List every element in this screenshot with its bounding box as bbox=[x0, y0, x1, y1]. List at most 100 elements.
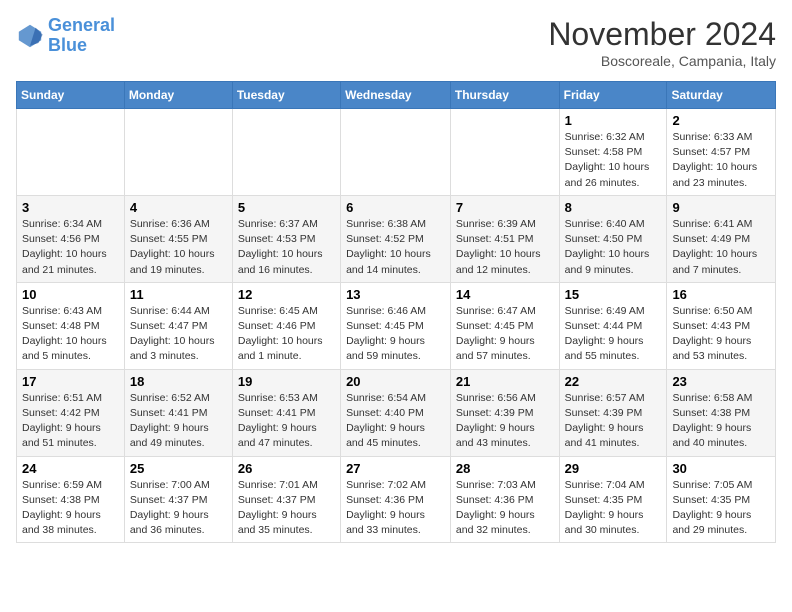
day-info: Sunrise: 6:32 AM Sunset: 4:58 PM Dayligh… bbox=[565, 130, 662, 191]
day-info: Sunrise: 6:44 AM Sunset: 4:47 PM Dayligh… bbox=[130, 304, 227, 365]
calendar-cell: 9Sunrise: 6:41 AM Sunset: 4:49 PM Daylig… bbox=[667, 195, 776, 282]
calendar-cell bbox=[232, 109, 340, 196]
day-info: Sunrise: 6:36 AM Sunset: 4:55 PM Dayligh… bbox=[130, 217, 227, 278]
header-thursday: Thursday bbox=[450, 82, 559, 109]
calendar-week-row: 17 Sunrise: 6:51 AM Sunset: 4:42 PM Dayli… bbox=[17, 369, 776, 456]
calendar-cell: 20Sunrise: 6:54 AM Sunset: 4:40 PM Dayli… bbox=[341, 369, 451, 456]
calendar-cell: 27 Sunrise: 7:02 AM Sunset: 4:36 PM Dayli… bbox=[341, 456, 451, 543]
month-title: November 2024 bbox=[548, 16, 776, 53]
day-number: 3 bbox=[22, 200, 119, 215]
day-number: 30 bbox=[672, 461, 770, 476]
day-info: Sunrise: 6:46 AM Sunset: 4:45 PM Dayligh… bbox=[346, 304, 445, 365]
day-info: Sunrise: 7:01 AM Sunset: 4:37 PM Dayligh… bbox=[238, 478, 335, 539]
day-number: 5 bbox=[238, 200, 335, 215]
calendar-cell: 26 Sunrise: 7:01 AM Sunset: 4:37 PM Dayli… bbox=[232, 456, 340, 543]
day-info: Sunrise: 7:02 AM Sunset: 4:36 PM Dayligh… bbox=[346, 478, 445, 539]
day-info: Sunrise: 7:00 AM Sunset: 4:37 PM Dayligh… bbox=[130, 478, 227, 539]
day-number: 16 bbox=[672, 287, 770, 302]
calendar-cell: 23 Sunrise: 6:58 AM Sunset: 4:38 PM Dayli… bbox=[667, 369, 776, 456]
calendar-cell: 11 Sunrise: 6:44 AM Sunset: 4:47 PM Dayli… bbox=[124, 282, 232, 369]
logo: General Blue bbox=[16, 16, 115, 56]
calendar-cell: 22 Sunrise: 6:57 AM Sunset: 4:39 PM Dayli… bbox=[559, 369, 667, 456]
day-info: Sunrise: 6:34 AM Sunset: 4:56 PM Dayligh… bbox=[22, 217, 119, 278]
day-number: 11 bbox=[130, 287, 227, 302]
calendar-cell: 14 Sunrise: 6:47 AM Sunset: 4:45 PM Dayli… bbox=[450, 282, 559, 369]
calendar-cell: 7 Sunrise: 6:39 AM Sunset: 4:51 PM Daylig… bbox=[450, 195, 559, 282]
calendar-cell: 29 Sunrise: 7:04 AM Sunset: 4:35 PM Dayli… bbox=[559, 456, 667, 543]
header-wednesday: Wednesday bbox=[341, 82, 451, 109]
day-number: 9 bbox=[672, 200, 770, 215]
day-number: 6 bbox=[346, 200, 445, 215]
day-info: Sunrise: 7:05 AM Sunset: 4:35 PM Dayligh… bbox=[672, 478, 770, 539]
calendar-cell bbox=[341, 109, 451, 196]
day-info: Sunrise: 6:38 AM Sunset: 4:52 PM Dayligh… bbox=[346, 217, 445, 278]
calendar-table: SundayMondayTuesdayWednesdayThursdayFrid… bbox=[16, 81, 776, 543]
day-info: Sunrise: 6:45 AM Sunset: 4:46 PM Dayligh… bbox=[238, 304, 335, 365]
page-header: General Blue November 2024 Boscoreale, C… bbox=[16, 16, 776, 69]
logo-icon bbox=[16, 22, 44, 50]
day-info: Sunrise: 6:57 AM Sunset: 4:39 PM Dayligh… bbox=[565, 391, 662, 452]
day-number: 19 bbox=[238, 374, 335, 389]
day-number: 7 bbox=[456, 200, 554, 215]
calendar-cell bbox=[124, 109, 232, 196]
calendar-cell: 30 Sunrise: 7:05 AM Sunset: 4:35 PM Dayli… bbox=[667, 456, 776, 543]
day-info: Sunrise: 6:37 AM Sunset: 4:53 PM Dayligh… bbox=[238, 217, 335, 278]
day-info: Sunrise: 7:04 AM Sunset: 4:35 PM Dayligh… bbox=[565, 478, 662, 539]
calendar-week-row: 24Sunrise: 6:59 AM Sunset: 4:38 PM Dayli… bbox=[17, 456, 776, 543]
calendar-cell: 13Sunrise: 6:46 AM Sunset: 4:45 PM Dayli… bbox=[341, 282, 451, 369]
day-number: 17 bbox=[22, 374, 119, 389]
day-number: 24 bbox=[22, 461, 119, 476]
calendar-week-row: 1Sunrise: 6:32 AM Sunset: 4:58 PM Daylig… bbox=[17, 109, 776, 196]
day-number: 21 bbox=[456, 374, 554, 389]
day-info: Sunrise: 6:39 AM Sunset: 4:51 PM Dayligh… bbox=[456, 217, 554, 278]
day-number: 4 bbox=[130, 200, 227, 215]
calendar-cell: 28 Sunrise: 7:03 AM Sunset: 4:36 PM Dayli… bbox=[450, 456, 559, 543]
day-number: 25 bbox=[130, 461, 227, 476]
day-number: 18 bbox=[130, 374, 227, 389]
calendar-cell: 2 Sunrise: 6:33 AM Sunset: 4:57 PM Daylig… bbox=[667, 109, 776, 196]
logo-text: General Blue bbox=[48, 16, 115, 56]
day-number: 22 bbox=[565, 374, 662, 389]
day-info: Sunrise: 6:33 AM Sunset: 4:57 PM Dayligh… bbox=[672, 130, 770, 191]
calendar-cell: 4 Sunrise: 6:36 AM Sunset: 4:55 PM Daylig… bbox=[124, 195, 232, 282]
calendar-cell: 3 Sunrise: 6:34 AM Sunset: 4:56 PM Daylig… bbox=[17, 195, 125, 282]
day-info: Sunrise: 6:53 AM Sunset: 4:41 PM Dayligh… bbox=[238, 391, 335, 452]
header-friday: Friday bbox=[559, 82, 667, 109]
day-info: Sunrise: 6:54 AM Sunset: 4:40 PM Dayligh… bbox=[346, 391, 445, 452]
header-saturday: Saturday bbox=[667, 82, 776, 109]
calendar-cell: 21Sunrise: 6:56 AM Sunset: 4:39 PM Dayli… bbox=[450, 369, 559, 456]
day-info: Sunrise: 6:58 AM Sunset: 4:38 PM Dayligh… bbox=[672, 391, 770, 452]
day-number: 14 bbox=[456, 287, 554, 302]
calendar-cell bbox=[450, 109, 559, 196]
day-number: 23 bbox=[672, 374, 770, 389]
logo-line2: Blue bbox=[48, 35, 87, 55]
day-number: 10 bbox=[22, 287, 119, 302]
day-number: 27 bbox=[346, 461, 445, 476]
day-number: 29 bbox=[565, 461, 662, 476]
day-number: 8 bbox=[565, 200, 662, 215]
calendar-cell: 18Sunrise: 6:52 AM Sunset: 4:41 PM Dayli… bbox=[124, 369, 232, 456]
header-monday: Monday bbox=[124, 82, 232, 109]
day-number: 12 bbox=[238, 287, 335, 302]
day-number: 2 bbox=[672, 113, 770, 128]
calendar-week-row: 10 Sunrise: 6:43 AM Sunset: 4:48 PM Dayli… bbox=[17, 282, 776, 369]
day-info: Sunrise: 6:47 AM Sunset: 4:45 PM Dayligh… bbox=[456, 304, 554, 365]
calendar-cell: 24Sunrise: 6:59 AM Sunset: 4:38 PM Dayli… bbox=[17, 456, 125, 543]
calendar-cell: 15 Sunrise: 6:49 AM Sunset: 4:44 PM Dayli… bbox=[559, 282, 667, 369]
calendar-cell: 12 Sunrise: 6:45 AM Sunset: 4:46 PM Dayli… bbox=[232, 282, 340, 369]
logo-line1: General bbox=[48, 15, 115, 35]
calendar-cell: 19 Sunrise: 6:53 AM Sunset: 4:41 PM Dayli… bbox=[232, 369, 340, 456]
day-number: 28 bbox=[456, 461, 554, 476]
day-info: Sunrise: 7:03 AM Sunset: 4:36 PM Dayligh… bbox=[456, 478, 554, 539]
calendar-cell: 10 Sunrise: 6:43 AM Sunset: 4:48 PM Dayli… bbox=[17, 282, 125, 369]
day-number: 26 bbox=[238, 461, 335, 476]
day-number: 15 bbox=[565, 287, 662, 302]
calendar-cell: 16Sunrise: 6:50 AM Sunset: 4:43 PM Dayli… bbox=[667, 282, 776, 369]
calendar-cell: 8Sunrise: 6:40 AM Sunset: 4:50 PM Daylig… bbox=[559, 195, 667, 282]
day-info: Sunrise: 6:43 AM Sunset: 4:48 PM Dayligh… bbox=[22, 304, 119, 365]
day-info: Sunrise: 6:49 AM Sunset: 4:44 PM Dayligh… bbox=[565, 304, 662, 365]
calendar-cell: 17 Sunrise: 6:51 AM Sunset: 4:42 PM Dayli… bbox=[17, 369, 125, 456]
calendar-header-row: SundayMondayTuesdayWednesdayThursdayFrid… bbox=[17, 82, 776, 109]
day-info: Sunrise: 6:51 AM Sunset: 4:42 PM Dayligh… bbox=[22, 391, 119, 452]
calendar-cell: 6 Sunrise: 6:38 AM Sunset: 4:52 PM Daylig… bbox=[341, 195, 451, 282]
